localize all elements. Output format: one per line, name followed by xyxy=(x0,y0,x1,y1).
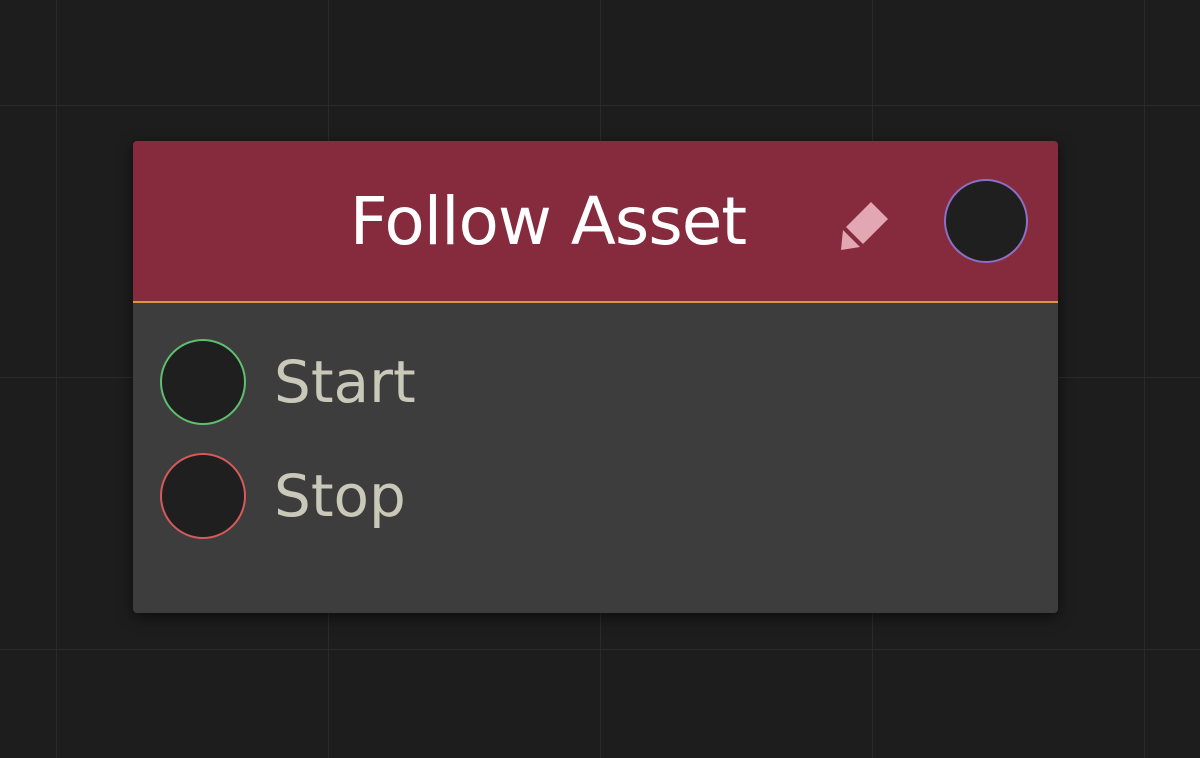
start-label: Start xyxy=(274,348,416,416)
follow-asset-node[interactable]: Follow Asset Start Stop xyxy=(133,141,1058,613)
stop-label: Stop xyxy=(274,462,406,530)
pencil-icon[interactable] xyxy=(841,194,901,254)
input-row-stop: Stop xyxy=(133,445,1058,545)
input-row-start: Start xyxy=(133,331,1058,431)
output-socket[interactable] xyxy=(944,179,1028,263)
stop-input-socket[interactable] xyxy=(160,453,246,539)
node-header[interactable]: Follow Asset xyxy=(133,141,1058,303)
start-input-socket[interactable] xyxy=(160,339,246,425)
node-title: Follow Asset xyxy=(349,183,747,260)
